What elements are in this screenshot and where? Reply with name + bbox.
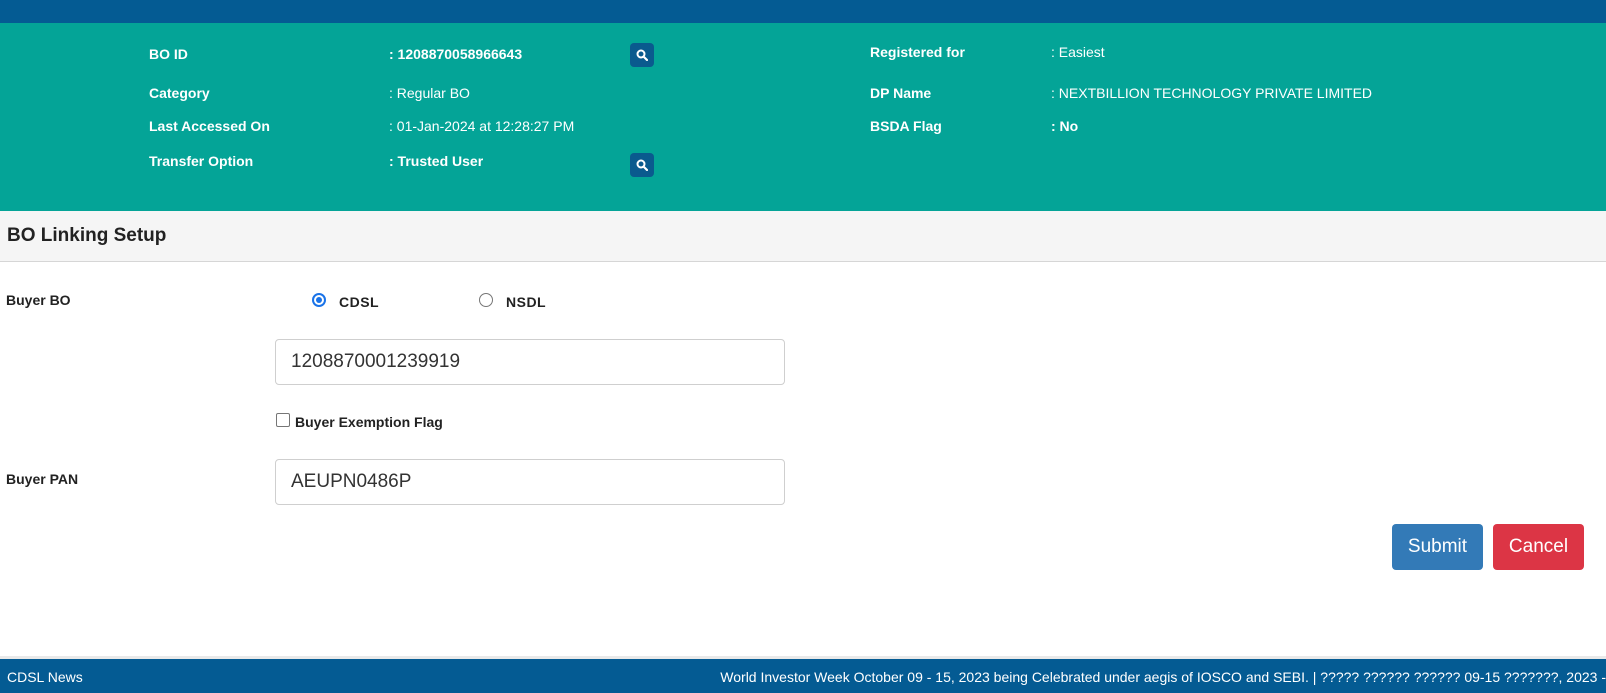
- search-icon: [636, 159, 648, 171]
- buyer-pan-input[interactable]: [275, 459, 785, 505]
- buyer-exemption-label[interactable]: Buyer Exemption Flag: [295, 414, 443, 430]
- search-icon: [636, 49, 648, 61]
- news-ticker[interactable]: World Investor Week October 09 - 15, 202…: [720, 669, 1606, 685]
- registered-for-value: : Easiest: [1051, 44, 1105, 60]
- dp-name-value: : NEXTBILLION TECHNOLOGY PRIVATE LIMITED: [1051, 85, 1373, 101]
- cancel-button[interactable]: Cancel: [1493, 524, 1584, 570]
- submit-button[interactable]: Submit: [1392, 524, 1483, 570]
- nsdl-radio-label[interactable]: NSDL: [506, 294, 546, 310]
- buyer-bo-input[interactable]: [275, 339, 785, 385]
- cdsl-radio-label[interactable]: CDSL: [339, 294, 379, 310]
- top-bar: [0, 0, 1606, 23]
- dp-name-label: DP Name: [870, 85, 932, 101]
- bo-id-value: : 1208870058966643: [389, 46, 523, 62]
- bo-id-search-button[interactable]: [630, 43, 654, 67]
- category-value: : Regular BO: [389, 85, 470, 101]
- bo-id-label: BO ID: [149, 46, 188, 62]
- transfer-option-search-button[interactable]: [630, 153, 654, 177]
- cdsl-radio[interactable]: [312, 293, 326, 307]
- news-label: CDSL News: [7, 669, 83, 685]
- bsda-flag-value: : No: [1051, 118, 1079, 134]
- nsdl-radio[interactable]: [479, 293, 493, 307]
- category-label: Category: [149, 85, 210, 101]
- transfer-option-value: : Trusted User: [389, 153, 484, 169]
- registered-for-label: Registered for: [870, 44, 965, 60]
- bo-info-panel: BO ID : 1208870058966643 Category : Regu…: [0, 23, 1606, 211]
- transfer-option-label: Transfer Option: [149, 153, 254, 169]
- news-footer: CDSL News World Investor Week October 09…: [0, 656, 1606, 693]
- last-accessed-label: Last Accessed On: [149, 118, 270, 134]
- buyer-pan-label: Buyer PAN: [6, 471, 79, 487]
- buyer-bo-label: Buyer BO: [6, 292, 71, 308]
- section-header: BO Linking Setup: [0, 211, 1606, 262]
- last-accessed-value: : 01-Jan-2024 at 12:28:27 PM: [389, 118, 575, 134]
- section-title: BO Linking Setup: [7, 225, 167, 246]
- buyer-exemption-checkbox[interactable]: [276, 413, 290, 427]
- bsda-flag-label: BSDA Flag: [870, 118, 942, 134]
